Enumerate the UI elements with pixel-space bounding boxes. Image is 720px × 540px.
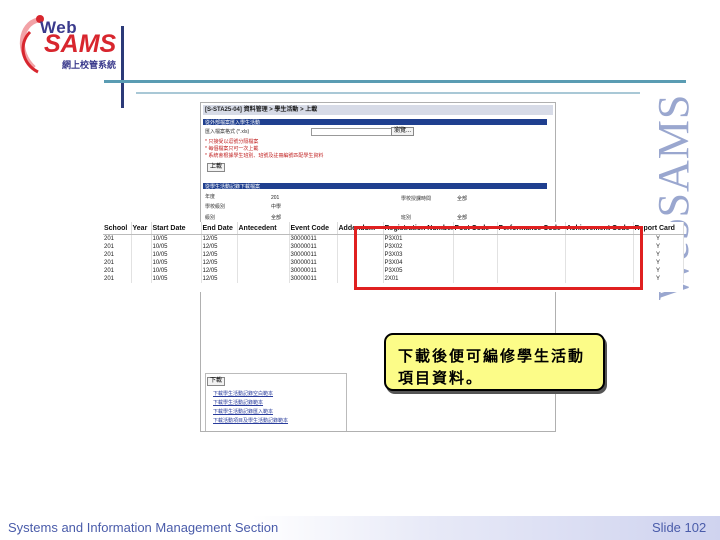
cell-end-date: 12/05 xyxy=(201,267,238,275)
cell-antecedent xyxy=(237,234,290,243)
callout-line-2: 項目資料。 xyxy=(398,369,484,387)
screen-title: [S-STA25-04] 資料管理 > 學生活動 > 上載 xyxy=(203,105,553,115)
cell-school: 201 xyxy=(103,234,132,243)
cell-event-code: 30000011 xyxy=(289,275,338,283)
session-select[interactable]: 全部 xyxy=(457,195,467,202)
year-select[interactable]: 201 xyxy=(271,195,279,201)
section-import-label: 從外部檔案匯入學生活動 xyxy=(205,120,261,126)
link-template[interactable]: 下載學生活動記錄範本 xyxy=(213,399,288,408)
vertical-divider xyxy=(121,26,124,108)
upload-button[interactable]: 上載 xyxy=(207,163,226,172)
cell-school: 201 xyxy=(103,243,132,251)
cell-start-date: 10/05 xyxy=(151,243,202,251)
class-label: 班別 xyxy=(401,215,412,221)
cell-start-date: 10/05 xyxy=(151,251,202,259)
header-rule-secondary xyxy=(136,92,640,94)
cell-year xyxy=(131,259,152,267)
cell-year xyxy=(131,234,152,243)
cell-antecedent xyxy=(237,243,290,251)
col-start-date: Start Date xyxy=(151,222,202,235)
header-rule xyxy=(104,80,686,83)
cell-antecedent xyxy=(237,251,290,259)
cell-antecedent xyxy=(237,267,290,275)
section-download-label: 從學生活動記錄下載檔案 xyxy=(205,184,261,190)
col-event-code: Event Code xyxy=(289,222,338,235)
cell-end-date: 12/05 xyxy=(201,243,238,251)
logo-sams-text: SAMS xyxy=(44,30,117,58)
cell-antecedent xyxy=(237,259,290,267)
cell-school: 201 xyxy=(103,267,132,275)
cell-end-date: 12/05 xyxy=(201,275,238,283)
cell-event-code: 30000011 xyxy=(289,243,338,251)
cell-antecedent xyxy=(237,275,290,283)
session-label: 學校授課時間 xyxy=(401,196,432,202)
browse-button[interactable]: 瀏覽... xyxy=(391,127,415,136)
school-level-select[interactable]: 中學 xyxy=(271,203,281,210)
cell-school: 201 xyxy=(103,275,132,283)
cell-event-code: 30000011 xyxy=(289,234,338,243)
cell-event-code: 30000011 xyxy=(289,267,338,275)
cell-event-code: 30000011 xyxy=(289,259,338,267)
callout-line-1: 下載後便可編修學生活動 xyxy=(398,347,586,365)
link-template-blank[interactable]: 下載學生活動記錄空白範本 xyxy=(213,390,288,399)
cell-school: 201 xyxy=(103,251,132,259)
col-year: Year xyxy=(131,222,152,235)
cell-year xyxy=(131,267,152,275)
cell-school: 201 xyxy=(103,259,132,267)
highlight-box xyxy=(354,226,643,290)
school-level-label: 學校級別 xyxy=(205,204,226,210)
link-import-template[interactable]: 下載學生活動記錄匯入範本 xyxy=(213,408,288,417)
callout-note: 下載後便可編修學生活動 項目資料。 xyxy=(384,333,605,391)
cell-end-date: 12/05 xyxy=(201,259,238,267)
cell-year xyxy=(131,275,152,283)
col-antecedent: Antecedent xyxy=(237,222,290,235)
slide-number: Slide 102 xyxy=(652,520,707,535)
cell-end-date: 12/05 xyxy=(201,251,238,259)
cell-event-code: 30000011 xyxy=(289,251,338,259)
download-button[interactable]: 下載 xyxy=(207,377,226,386)
note-1: * 只接受以逗號分隔檔案 xyxy=(205,139,259,145)
note-3: * 系統會根據學生班別、班號及註冊編號匹配學生資料 xyxy=(205,153,324,159)
link-event-template[interactable]: 下載活動項目及學生活動記錄範本 xyxy=(213,417,288,426)
cell-start-date: 10/05 xyxy=(151,234,202,243)
cell-start-date: 10/05 xyxy=(151,267,202,275)
cell-year xyxy=(131,243,152,251)
class-select[interactable]: 全部 xyxy=(457,214,467,221)
class-level-select[interactable]: 全部 xyxy=(271,214,281,221)
class-level-label: 級別 xyxy=(205,215,216,221)
col-end-date: End Date xyxy=(201,222,238,235)
cell-start-date: 10/05 xyxy=(151,275,202,283)
cell-start-date: 10/05 xyxy=(151,259,202,267)
note-2: * 每個檔案只可一次上載 xyxy=(205,146,259,152)
file-format-label: 匯入檔案格式 (*.xls) xyxy=(205,129,250,135)
col-school: School xyxy=(103,222,132,235)
logo-subtitle: 網上校管系統 xyxy=(62,60,117,70)
download-links: 下載學生活動記錄空白範本 下載學生活動記錄範本 下載學生活動記錄匯入範本 下載活… xyxy=(213,390,288,426)
cell-year xyxy=(131,251,152,259)
cell-end-date: 12/05 xyxy=(201,234,238,243)
year-label: 年度 xyxy=(205,194,216,200)
footer-section-name: Systems and Information Management Secti… xyxy=(8,520,279,535)
